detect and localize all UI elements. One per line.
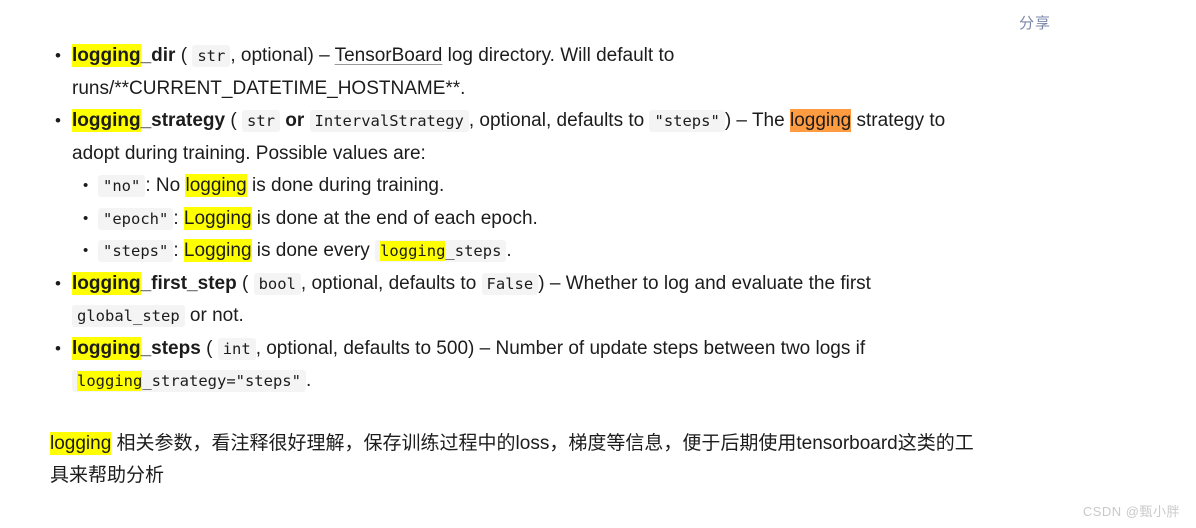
type-code-int: int: [217, 337, 256, 360]
parameter-list: logging_dir ( str, optional) – TensorBoa…: [50, 40, 950, 398]
param-meta: , optional, defaults to 500): [255, 337, 475, 359]
param-name-highlight: logging: [72, 271, 141, 295]
option-no: "no": No logging is done during training…: [83, 170, 950, 203]
code-rest: _steps: [445, 242, 502, 260]
param-name-highlight: logging: [72, 44, 141, 67]
param-name-rest: _steps: [140, 337, 201, 359]
close-paren: ): [538, 272, 545, 294]
global-step-code: global_step: [72, 305, 185, 327]
open-paren: (: [230, 110, 237, 131]
option-text-after: is done every: [251, 240, 376, 261]
param-logging-strategy: logging_strategy ( str or IntervalStrate…: [55, 105, 950, 268]
param-name-rest: _dir: [140, 45, 176, 66]
em-dash: –: [479, 337, 491, 359]
default-value-code: "steps": [649, 110, 725, 132]
option-colon: :: [173, 207, 179, 229]
strategy-options-list: "no": No logging is done during training…: [72, 170, 950, 268]
close-paren: ): [724, 110, 732, 131]
tensorboard-link[interactable]: TensorBoard: [335, 45, 443, 66]
param-meta: , optional): [230, 45, 314, 66]
csdn-watermark: CSDN @甄小胖: [1082, 504, 1180, 519]
option-value-code: "steps": [98, 240, 174, 262]
type-code-str: str: [192, 45, 231, 67]
desc-before: Whether to log and evaluate the first: [565, 272, 871, 294]
option-period: .: [506, 240, 512, 261]
logging-highlight: Logging: [183, 206, 252, 230]
or-keyword: or: [285, 110, 305, 131]
em-dash: –: [549, 272, 561, 294]
type-code-bool: bool: [253, 272, 301, 295]
code-highlight: logging: [380, 241, 446, 261]
logging-highlight: Logging: [183, 239, 252, 262]
desc-before: The: [751, 110, 790, 131]
option-steps: "steps": Logging is done every logging_s…: [83, 235, 950, 268]
parameter-documentation-list: logging_dir ( str, optional) – TensorBoa…: [50, 40, 950, 398]
option-value-code: "epoch": [98, 207, 174, 230]
logging-highlight: logging: [50, 432, 112, 455]
share-link[interactable]: 分享: [1019, 12, 1051, 33]
open-paren: (: [206, 337, 213, 359]
option-text-before: No: [155, 175, 186, 196]
author-note: logging 相关参数，看注释很好理解，保存训练过程中的loss，梯度等信息，…: [50, 428, 980, 492]
option-text-after: is done during training.: [246, 175, 445, 196]
logging-highlight: logging: [185, 174, 247, 197]
param-name-highlight: logging: [72, 109, 141, 132]
logging-steps-code: logging_steps: [375, 240, 507, 262]
desc-after: .: [305, 370, 312, 391]
open-paren: (: [180, 45, 188, 66]
param-logging-steps: logging_steps ( int, optional, defaults …: [55, 333, 950, 398]
note-text: 相关参数，看注释很好理解，保存训练过程中的loss，梯度等信息，便于后期使用te…: [50, 433, 974, 486]
type-code-intervalstrategy: IntervalStrategy: [309, 110, 469, 132]
code-rest: _strategy="steps": [142, 372, 301, 390]
option-epoch: "epoch": Logging is done at the end of e…: [83, 203, 950, 236]
param-logging-dir: logging_dir ( str, optional) – TensorBoa…: [55, 40, 950, 105]
open-paren: (: [241, 272, 249, 294]
default-value-code: False: [481, 272, 539, 295]
logging-highlight-orange: logging: [789, 109, 852, 132]
em-dash: –: [319, 45, 330, 66]
em-dash: –: [736, 110, 747, 131]
option-value-code: "no": [98, 175, 146, 197]
param-name-rest: _strategy: [140, 110, 226, 131]
option-text-after: is done at the end of each epoch.: [251, 207, 538, 229]
param-name-rest: _first_step: [140, 272, 237, 294]
desc-before: Number of update steps between two logs …: [495, 337, 866, 359]
param-name-highlight: logging: [72, 336, 141, 360]
option-colon: :: [145, 175, 151, 196]
code-highlight: logging: [77, 371, 143, 391]
param-meta: , optional, defaults to: [468, 110, 645, 131]
param-logging-first-step: logging_first_step ( bool, optional, def…: [55, 268, 950, 333]
option-colon: :: [173, 240, 179, 261]
desc-after: or not.: [184, 305, 244, 326]
param-meta: , optional, defaults to: [300, 272, 477, 294]
type-code-str: str: [241, 110, 280, 132]
logging-strategy-code: logging_strategy="steps": [72, 370, 306, 392]
